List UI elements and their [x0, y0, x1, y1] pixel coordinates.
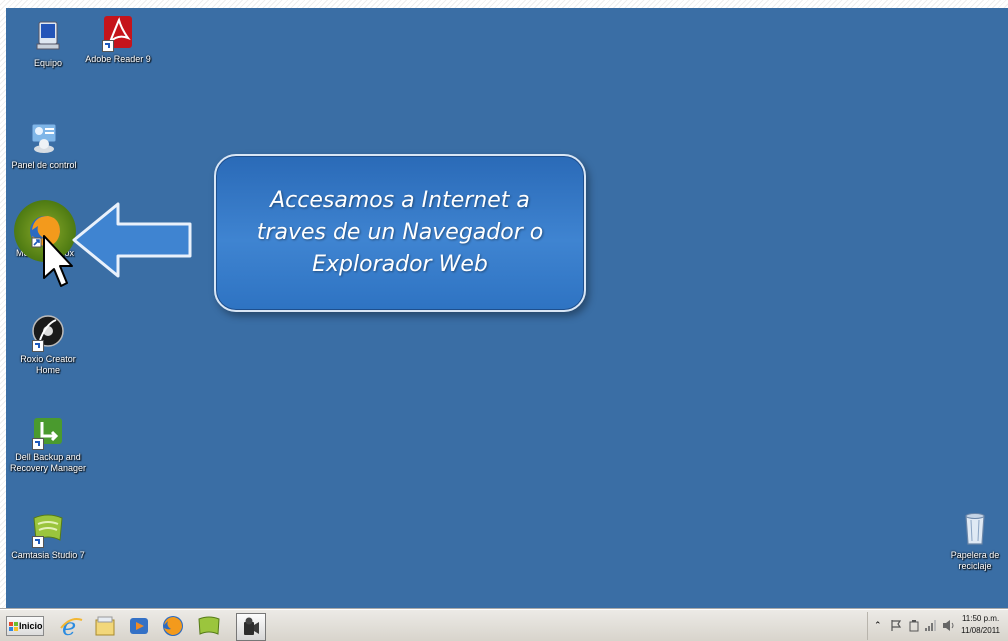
callout-line-3: Explorador Web — [312, 252, 488, 277]
icon-label: Panel de control — [11, 160, 77, 170]
recorder-icon — [244, 617, 259, 635]
show-hidden-icons-icon[interactable]: ⌃ — [874, 620, 882, 631]
desktop-icon-equipo[interactable]: Equipo — [8, 18, 88, 69]
desktop-icon-papelera[interactable]: Papelera de reciclaje — [935, 510, 1008, 572]
flag-icon[interactable] — [890, 619, 902, 632]
desktop-icon-panel-de-control[interactable]: Panel de control — [6, 120, 84, 171]
icon-label: Roxio Creator Home — [20, 354, 76, 375]
shortcut-arrow-icon — [32, 438, 44, 450]
media-player-icon — [130, 618, 148, 634]
icon-label: Equipo — [33, 58, 63, 68]
camtasia-icon — [30, 510, 66, 548]
network-signal-icon[interactable] — [924, 619, 938, 632]
taskbar-recorder-button[interactable] — [236, 613, 266, 641]
left-arrow-icon — [72, 202, 192, 278]
desktop-icon-adobe-reader[interactable]: Adobe Reader 9 — [78, 14, 158, 65]
start-label: Inicio — [19, 621, 43, 631]
control-panel-icon — [26, 120, 62, 156]
volume-icon[interactable] — [942, 619, 956, 632]
taskbar-media-player-button[interactable] — [126, 613, 152, 639]
computer-icon — [30, 18, 66, 54]
desktop: Equipo Adobe Reader 9 Panel de control A… — [6, 8, 1008, 609]
callout-line-2: traves de un Navegador o — [256, 220, 544, 245]
callout-box: Accesamos a Internet a traves de un Nave… — [214, 154, 586, 312]
icon-label: Adobe Reader 9 — [85, 54, 151, 64]
desktop-icon-dell-backup[interactable]: Dell Backup and Recovery Manager — [8, 412, 88, 474]
clock-time: 11:50 p.m. — [961, 614, 1000, 623]
shortcut-arrow-icon — [32, 536, 44, 548]
taskbar-explorer-button[interactable] — [92, 613, 118, 639]
clock-date: 11/08/2011 — [961, 626, 1000, 635]
desktop-icon-camtasia[interactable]: Camtasia Studio 7 — [8, 510, 88, 561]
clock[interactable]: 11:50 p.m. 11/08/2011 — [961, 613, 1000, 637]
adobe-reader-icon — [100, 14, 136, 52]
firefox-icon — [163, 616, 183, 636]
camtasia-icon — [198, 616, 220, 635]
start-button[interactable]: Inicio — [6, 616, 44, 636]
callout-text: Accesamos a Internet a traves de un Nave… — [239, 185, 561, 281]
dell-backup-icon — [30, 412, 66, 450]
shortcut-arrow-icon — [102, 40, 114, 52]
callout-line-1: Accesamos a Internet a — [270, 188, 530, 213]
desktop-icon-roxio-creator[interactable]: Roxio Creator Home — [8, 314, 88, 376]
taskbar-firefox-button[interactable] — [160, 613, 186, 639]
shortcut-arrow-icon — [32, 340, 44, 352]
taskbar-camtasia-button[interactable] — [196, 613, 222, 639]
explorer-icon — [95, 616, 115, 636]
power-icon[interactable] — [908, 619, 920, 632]
icon-label: Camtasia Studio 7 — [11, 550, 85, 560]
icon-label: Papelera de reciclaje — [950, 550, 1000, 571]
windows-logo-icon — [9, 621, 18, 631]
recycle-bin-icon — [957, 510, 993, 546]
roxio-icon — [30, 314, 66, 352]
taskbar: Inicio e ⌃ 11:50 p.m. 11/08/2011 — [0, 609, 1008, 641]
taskbar-ie-button[interactable]: e — [58, 613, 84, 639]
system-tray: ⌃ 11:50 p.m. 11/08/2011 — [867, 612, 1008, 640]
icon-label: Dell Backup and Recovery Manager — [9, 452, 87, 473]
ie-icon: e — [60, 614, 83, 638]
